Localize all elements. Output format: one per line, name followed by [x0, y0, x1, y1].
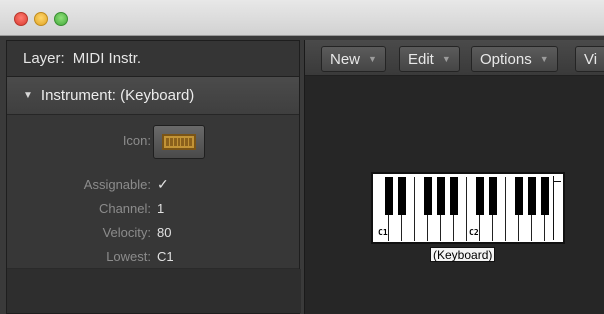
- lowest-label: Lowest:: [106, 249, 151, 264]
- assignable-checkbox[interactable]: ✓: [157, 177, 171, 191]
- view-menu-label: Vi: [584, 50, 598, 68]
- channel-label: Channel:: [98, 201, 151, 216]
- black-key: [489, 177, 497, 215]
- instrument-properties: Icon: Assignable: ✓ Channel: 1 Velocity:…: [7, 115, 299, 269]
- chevron-down-icon: ▼: [368, 54, 377, 64]
- new-menu[interactable]: New ▼: [321, 46, 386, 72]
- keyboard-icon: [162, 134, 196, 150]
- keyboard-object[interactable]: C1 C2: [371, 172, 565, 244]
- inspector-empty-area: [7, 269, 301, 313]
- chevron-down-icon: ▼: [539, 54, 549, 64]
- options-menu[interactable]: Options ▼: [471, 46, 558, 72]
- layer-row[interactable]: Layer: MIDI Instr.: [7, 41, 299, 77]
- minimize-window-button[interactable]: [34, 12, 48, 26]
- options-menu-label: Options: [480, 50, 532, 68]
- black-key: [450, 177, 458, 215]
- channel-row: Channel: 1: [7, 201, 301, 221]
- scroll-up-arrow-icon[interactable]: [554, 176, 561, 182]
- instrument-icon-button[interactable]: [153, 125, 205, 159]
- black-key: [515, 177, 523, 215]
- assignable-row: Assignable: ✓: [7, 177, 301, 197]
- edit-menu[interactable]: Edit ▼: [399, 46, 460, 72]
- lowest-row: Lowest: C1: [7, 249, 301, 269]
- local-menu-bar: New ▼ Edit ▼ Options ▼ Vi: [305, 40, 604, 76]
- zoom-window-button[interactable]: [54, 12, 68, 26]
- new-menu-label: New: [330, 50, 361, 68]
- black-key: [424, 177, 432, 215]
- high-key-label: C2: [469, 228, 479, 237]
- instrument-section-header[interactable]: ▼ Instrument: (Keyboard): [7, 77, 299, 115]
- assignable-label: Assignable:: [83, 177, 151, 192]
- layer-value[interactable]: MIDI Instr.: [73, 50, 141, 67]
- lowest-value[interactable]: C1: [157, 249, 174, 264]
- edit-menu-label: Edit: [408, 50, 434, 68]
- instrument-section-title: Instrument: (Keyboard): [40, 87, 195, 104]
- black-key: [541, 177, 549, 215]
- velocity-value[interactable]: 80: [157, 225, 171, 240]
- black-key: [437, 177, 445, 215]
- velocity-label: Velocity:: [102, 225, 151, 240]
- keyboard-object-name[interactable]: (Keyboard): [430, 247, 496, 262]
- inspector-panel: Layer: MIDI Instr. ▼ Instrument: (Keyboa…: [6, 40, 301, 314]
- keyboard-scroll-strip[interactable]: [553, 176, 561, 240]
- disclosure-triangle-icon[interactable]: ▼: [23, 90, 33, 101]
- layer-label: Layer:: [23, 50, 65, 67]
- chevron-down-icon: ▼: [441, 54, 451, 64]
- icon-label: Icon:: [122, 133, 151, 148]
- velocity-row: Velocity: 80: [7, 225, 301, 245]
- environment-canvas[interactable]: New ▼ Edit ▼ Options ▼ Vi C1 C2 (Keyboar…: [304, 40, 604, 314]
- channel-value[interactable]: 1: [157, 201, 164, 216]
- black-key: [398, 177, 406, 215]
- view-menu[interactable]: Vi: [575, 46, 604, 72]
- close-window-button[interactable]: [14, 12, 28, 26]
- black-key: [385, 177, 393, 215]
- low-key-label: C1: [378, 228, 388, 237]
- piano-keys: C1 C2: [376, 177, 552, 241]
- black-key: [528, 177, 536, 215]
- black-key: [476, 177, 484, 215]
- window-titlebar: [0, 0, 604, 36]
